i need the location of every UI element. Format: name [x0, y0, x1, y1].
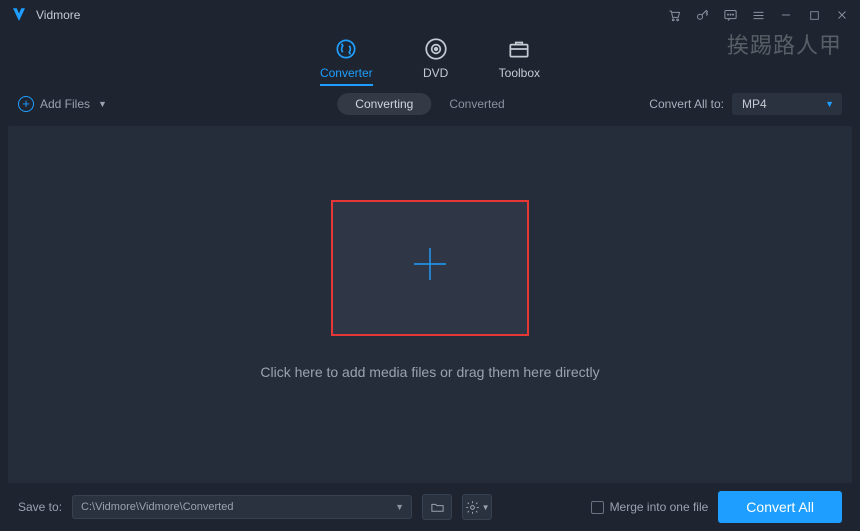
chevron-down-icon: ▼ [98, 99, 107, 109]
key-icon[interactable] [694, 7, 710, 23]
convert-all-to-label: Convert All to: [649, 97, 724, 111]
merge-checkbox[interactable]: Merge into one file [591, 500, 709, 514]
tab-converter[interactable]: Converter [320, 36, 373, 86]
tab-label: Toolbox [499, 66, 540, 80]
convert-all-button[interactable]: Convert All [718, 491, 842, 523]
app-title: Vidmore [36, 8, 80, 22]
toolbox-icon [506, 36, 532, 62]
app-logo-icon [10, 6, 28, 24]
checkbox-icon [591, 501, 604, 514]
titlebar: Vidmore [0, 0, 860, 30]
menu-icon[interactable] [750, 7, 766, 23]
toolbar: + Add Files ▼ Converting Converted Conve… [0, 86, 860, 122]
close-icon[interactable] [834, 7, 850, 23]
save-to-label: Save to: [18, 500, 62, 514]
drop-hint: Click here to add media files or drag th… [260, 364, 599, 380]
merge-label: Merge into one file [610, 500, 709, 514]
plus-circle-icon: + [18, 96, 34, 112]
save-path-input[interactable] [72, 495, 412, 519]
save-path-select[interactable]: ▼ [72, 495, 412, 519]
chevron-down-icon: ▼ [825, 99, 834, 109]
minimize-icon[interactable] [778, 7, 794, 23]
add-files-button[interactable]: + Add Files ▼ [18, 96, 107, 112]
feedback-icon[interactable] [722, 7, 738, 23]
converted-tab[interactable]: Converted [431, 93, 522, 115]
tab-label: DVD [423, 66, 448, 80]
converting-tab[interactable]: Converting [337, 93, 431, 115]
settings-button[interactable]: ▼ [462, 494, 492, 520]
dropzone[interactable] [331, 200, 529, 336]
converter-icon [333, 36, 359, 62]
plus-icon [408, 242, 452, 294]
nav-tabs: Converter DVD Toolbox [0, 30, 860, 86]
format-select[interactable]: MP4 ▼ [732, 93, 842, 115]
titlebar-icons [666, 7, 850, 23]
main-area: Click here to add media files or drag th… [8, 126, 852, 483]
chevron-down-icon: ▼ [395, 502, 404, 512]
tab-toolbox[interactable]: Toolbox [499, 36, 540, 86]
tab-dvd[interactable]: DVD [423, 36, 449, 86]
add-files-label: Add Files [40, 97, 90, 111]
bottom-bar: Save to: ▼ ▼ Merge into one file Convert… [0, 483, 860, 531]
chevron-down-icon: ▼ [482, 503, 490, 512]
tab-label: Converter [320, 66, 373, 80]
cart-icon[interactable] [666, 7, 682, 23]
maximize-icon[interactable] [806, 7, 822, 23]
open-folder-button[interactable] [422, 494, 452, 520]
dvd-icon [423, 36, 449, 62]
